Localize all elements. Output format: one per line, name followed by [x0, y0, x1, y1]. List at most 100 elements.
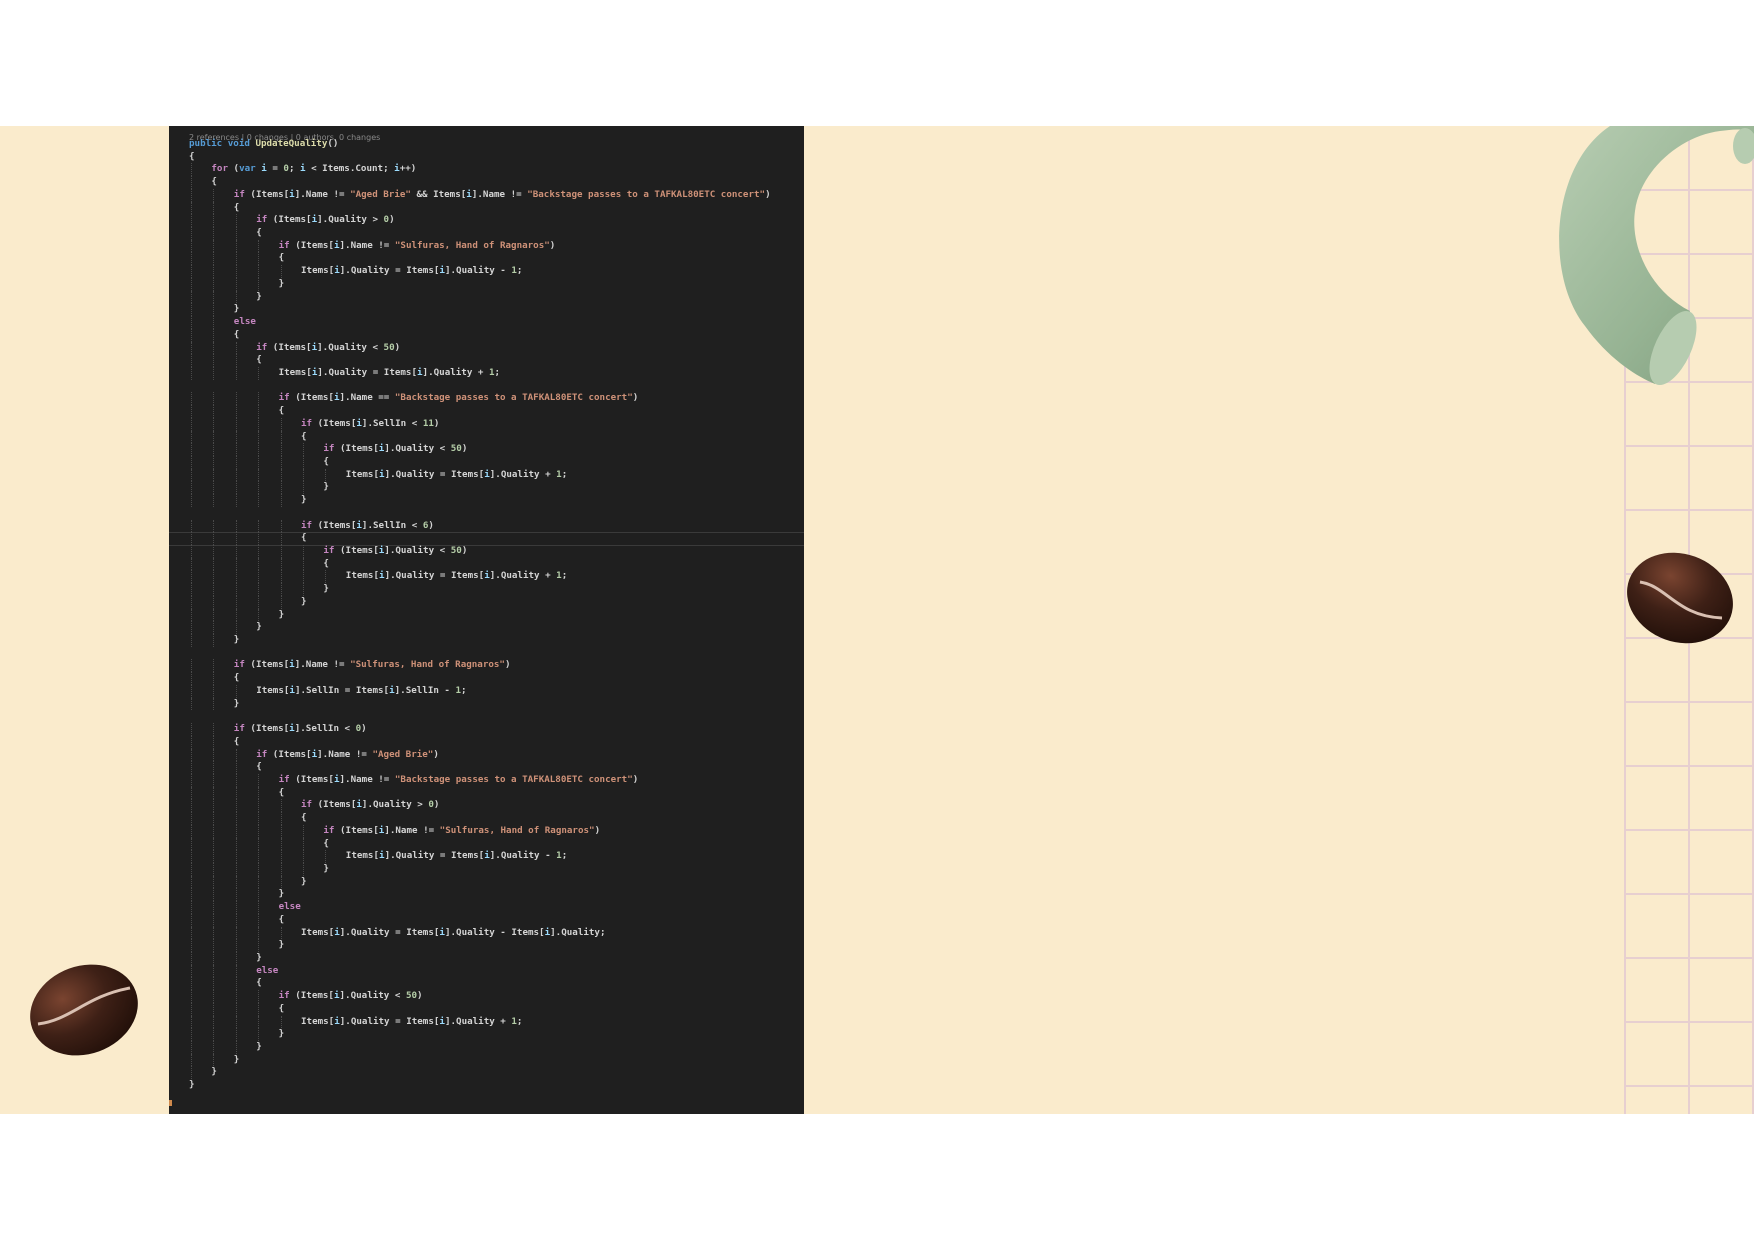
code-line[interactable]: public void UpdateQuality()	[189, 138, 804, 151]
code-line[interactable]: if (Items[i].SellIn < 6)	[189, 519, 804, 533]
code-text: }	[323, 481, 329, 493]
code-line[interactable]: }	[189, 621, 804, 635]
indent-guide	[235, 392, 238, 406]
code-line[interactable]: if (Items[i].Name == "Backstage passes t…	[189, 392, 804, 406]
indent-guide	[191, 557, 193, 571]
code-line[interactable]: }	[189, 595, 804, 609]
code-line[interactable]: }	[189, 697, 804, 711]
indent-guide	[191, 850, 193, 863]
code-line[interactable]: if (Items[i].SellIn < 0)	[189, 723, 804, 736]
indent-guide	[213, 430, 215, 444]
code-line[interactable]	[189, 380, 804, 393]
code-line[interactable]: }	[189, 1041, 804, 1054]
code-line[interactable]: else	[189, 316, 804, 329]
code-line[interactable]: if (Items[i].Quality < 50)	[189, 443, 804, 456]
code-line[interactable]: }	[189, 875, 804, 889]
code-line[interactable]: }	[189, 1053, 804, 1067]
code-line[interactable]: }	[189, 1028, 804, 1042]
code-line[interactable]: }	[189, 277, 804, 291]
code-line[interactable]: }	[189, 939, 804, 952]
code-line[interactable]: {	[189, 227, 804, 240]
code-line[interactable]: if (Items[i].Name != "Sulfuras, Hand of …	[189, 239, 804, 253]
code-line[interactable]: }	[189, 1079, 804, 1092]
code-line[interactable]: {	[169, 532, 804, 547]
code-line[interactable]: {	[189, 176, 804, 189]
code-line[interactable]: if (Items[i].Name != "Aged Brie" && Item…	[189, 188, 804, 202]
code-line[interactable]: }	[189, 862, 804, 876]
indent-guide	[280, 532, 283, 545]
code-line[interactable]: if (Items[i].Quality < 50)	[189, 545, 804, 558]
code-line[interactable]: if (Items[i].Name != "Sulfuras, Hand of …	[189, 824, 804, 838]
indent-guide	[191, 684, 193, 698]
indent-guide	[213, 519, 215, 533]
code-line[interactable]: {	[189, 328, 804, 342]
code-line[interactable]: if (Items[i].Quality > 0)	[189, 214, 804, 228]
code-line[interactable]: Items[i].Quality = Items[i].Quality + 1;	[189, 468, 804, 482]
code-line[interactable]: {	[189, 786, 804, 800]
code-line[interactable]: {	[189, 1002, 804, 1016]
code-line[interactable]: }	[189, 608, 804, 622]
indent-guide	[191, 545, 193, 558]
code-line[interactable]: if (Items[i].Name != "Aged Brie")	[189, 748, 804, 762]
code-line[interactable]: if (Items[i].Name != "Backstage passes t…	[189, 773, 804, 787]
indent-guide	[191, 455, 193, 469]
code-line[interactable]: else	[189, 964, 804, 978]
indent-guide	[258, 481, 260, 495]
code-line[interactable]: {	[189, 557, 804, 571]
code-line[interactable]: {	[189, 252, 804, 266]
code-line[interactable]: }	[189, 888, 804, 902]
indent-guide	[303, 468, 305, 482]
code-line[interactable]: if (Items[i].Quality < 50)	[189, 341, 804, 355]
code-line[interactable]	[189, 647, 804, 660]
code-line[interactable]: {	[189, 812, 804, 825]
code-line[interactable]: {	[189, 201, 804, 215]
code-line[interactable]: for (var i = 0; i < Items.Count; i++)	[189, 163, 804, 177]
code-line[interactable]: {	[189, 354, 804, 367]
indent-guide	[235, 557, 238, 571]
code-line[interactable]: }	[189, 583, 804, 596]
code-text: }	[233, 697, 240, 709]
code-line[interactable]: {	[189, 913, 804, 927]
code-line[interactable]: {	[189, 455, 804, 469]
code-line[interactable]	[189, 507, 804, 520]
code-line[interactable]: {	[189, 761, 804, 774]
code-line[interactable]: Items[i].SellIn = Items[i].SellIn - 1;	[189, 684, 804, 698]
indent-guide	[280, 837, 283, 851]
code-line[interactable]: {	[189, 672, 804, 685]
code-line[interactable]: Items[i].Quality = Items[i].Quality + 1;	[189, 1015, 804, 1029]
indent-guide	[213, 634, 215, 647]
code-line[interactable]: {	[189, 405, 804, 418]
indent-guide	[191, 366, 193, 380]
code-line[interactable]: {	[189, 430, 804, 444]
code-line[interactable]: }	[189, 303, 804, 317]
code-line[interactable]: else	[189, 901, 804, 914]
code-line[interactable]: }	[189, 634, 804, 647]
code-editor-panel[interactable]: 2 references | 0 changes | 0 authors, 0 …	[169, 126, 804, 1114]
code-line[interactable]	[189, 710, 804, 723]
code-line[interactable]: }	[189, 952, 804, 965]
code-line[interactable]: {	[189, 837, 804, 851]
code-line[interactable]: {	[189, 977, 804, 991]
code-line[interactable]: }	[189, 481, 804, 495]
indent-guide	[235, 684, 238, 698]
indent-guide	[235, 939, 238, 952]
indent-guide	[280, 417, 283, 431]
code-line[interactable]: Items[i].Quality = Items[i].Quality - 1;	[189, 850, 804, 863]
indent-guide	[303, 557, 305, 571]
code-text: for (var i = 0; i < Items.Count; i++)	[211, 163, 417, 175]
code-line[interactable]: if (Items[i].Quality > 0)	[189, 799, 804, 813]
code-line[interactable]: }	[189, 494, 804, 507]
code-line[interactable]: Items[i].Quality = Items[i].Quality + 1;	[189, 570, 804, 584]
code-line[interactable]: Items[i].Quality = Items[i].Quality - It…	[189, 926, 804, 940]
indent-guide	[235, 1015, 238, 1029]
indent-guide	[258, 595, 260, 609]
code-line[interactable]: Items[i].Quality = Items[i].Quality - 1;	[189, 265, 804, 278]
code-line[interactable]: }	[189, 1066, 804, 1080]
code-line[interactable]: {	[189, 151, 804, 164]
code-line[interactable]: }	[189, 290, 804, 304]
code-line[interactable]: Items[i].Quality = Items[i].Quality + 1;	[189, 366, 804, 380]
code-line[interactable]: if (Items[i].SellIn < 11)	[189, 417, 804, 431]
code-line[interactable]: if (Items[i].Quality < 50)	[189, 990, 804, 1003]
code-line[interactable]: {	[189, 735, 804, 749]
code-line[interactable]: if (Items[i].Name != "Sulfuras, Hand of …	[189, 659, 804, 673]
